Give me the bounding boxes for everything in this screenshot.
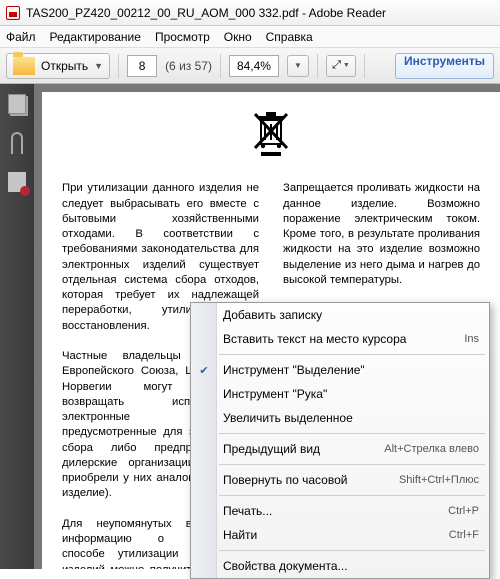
menu-window[interactable]: Окно xyxy=(224,30,252,44)
chevron-down-icon: ▼ xyxy=(294,61,302,70)
menu-item-label: Добавить записку xyxy=(223,308,479,322)
tools-panel-button[interactable]: Инструменты xyxy=(395,53,494,79)
menu-item-label: Увеличить выделенное xyxy=(223,411,479,425)
window-title: TAS200_PZ420_00212_00_RU_AOM_000 332.pdf… xyxy=(26,6,386,20)
signatures-icon[interactable] xyxy=(8,172,26,192)
page-thumbnails-icon[interactable] xyxy=(8,94,26,114)
attachments-icon[interactable] xyxy=(11,132,23,154)
context-menu-item[interactable]: Предыдущий вид Alt+Стрелка влево xyxy=(191,437,489,461)
check-icon: ✔ xyxy=(197,363,211,377)
zoom-input[interactable] xyxy=(229,55,279,77)
context-menu-item[interactable]: Увеличить выделенное xyxy=(191,406,489,430)
menu-item-shortcut: Ctrl+F xyxy=(449,529,479,541)
toolbar-separator xyxy=(220,54,221,78)
menu-file[interactable]: Файл xyxy=(6,30,36,44)
menu-divider xyxy=(219,464,485,465)
chevron-down-icon: ▼ xyxy=(343,62,350,69)
context-menu-item[interactable]: Вставить текст на место курсора Ins xyxy=(191,327,489,351)
open-label: Открыть xyxy=(41,59,88,73)
expand-icon: ⤢ xyxy=(332,59,341,72)
menu-view[interactable]: Просмотр xyxy=(155,30,210,44)
toolbar: Открыть ▼ (6 из 57) ▼ ⤢ ▼ Инструменты xyxy=(0,48,500,84)
page-count-label: (6 из 57) xyxy=(165,59,212,73)
context-menu-item[interactable]: Найти Ctrl+F xyxy=(191,523,489,547)
menu-item-shortcut: Ins xyxy=(464,333,479,345)
context-menu-item[interactable]: Добавить записку xyxy=(191,303,489,327)
context-menu-item[interactable]: Инструмент "Рука" xyxy=(191,382,489,406)
open-button[interactable]: Открыть ▼ xyxy=(6,53,110,79)
menu-item-label: Инструмент "Выделение" xyxy=(223,363,479,377)
context-menu-item[interactable]: ✔ Инструмент "Выделение" xyxy=(191,358,489,382)
menu-edit[interactable]: Редактирование xyxy=(50,30,141,44)
menu-item-shortcut: Shift+Ctrl+Плюс xyxy=(399,474,479,486)
context-menu-item[interactable]: Печать... Ctrl+P xyxy=(191,499,489,523)
menu-divider xyxy=(219,550,485,551)
crossed-bin-icon xyxy=(251,112,291,158)
menu-item-label: Повернуть по часовой xyxy=(223,473,391,487)
weee-symbol xyxy=(62,112,480,163)
read-mode-button[interactable]: ⤢ ▼ xyxy=(326,55,356,77)
menu-item-shortcut: Ctrl+P xyxy=(448,505,479,517)
toolbar-separator xyxy=(364,54,365,78)
menu-item-label: Предыдущий вид xyxy=(223,442,376,456)
menu-item-label: Инструмент "Рука" xyxy=(223,387,479,401)
page-number-input[interactable] xyxy=(127,55,157,77)
toolbar-separator xyxy=(317,54,318,78)
context-menu-item[interactable]: Свойства документа... xyxy=(191,554,489,578)
tools-label: Инструменты xyxy=(404,54,485,68)
title-bar: TAS200_PZ420_00212_00_RU_AOM_000 332.pdf… xyxy=(0,0,500,26)
menu-item-label: Вставить текст на место курсора xyxy=(223,332,456,346)
zoom-dropdown-button[interactable]: ▼ xyxy=(287,55,309,77)
folder-open-icon xyxy=(13,57,35,75)
context-menu: Добавить записку Вставить текст на место … xyxy=(190,302,490,579)
menu-item-label: Свойства документа... xyxy=(223,559,479,573)
chevron-down-icon: ▼ xyxy=(94,61,103,71)
toolbar-separator xyxy=(118,54,119,78)
menu-divider xyxy=(219,354,485,355)
menu-bar: Файл Редактирование Просмотр Окно Справк… xyxy=(0,26,500,48)
menu-item-label: Печать... xyxy=(223,504,440,518)
menu-divider xyxy=(219,495,485,496)
navigation-pane xyxy=(0,84,34,569)
context-menu-item[interactable]: Повернуть по часовой Shift+Ctrl+Плюс xyxy=(191,468,489,492)
menu-divider xyxy=(219,433,485,434)
app-icon xyxy=(6,6,20,20)
menu-item-label: Найти xyxy=(223,528,441,542)
menu-help[interactable]: Справка xyxy=(266,30,313,44)
menu-item-shortcut: Alt+Стрелка влево xyxy=(384,443,479,455)
